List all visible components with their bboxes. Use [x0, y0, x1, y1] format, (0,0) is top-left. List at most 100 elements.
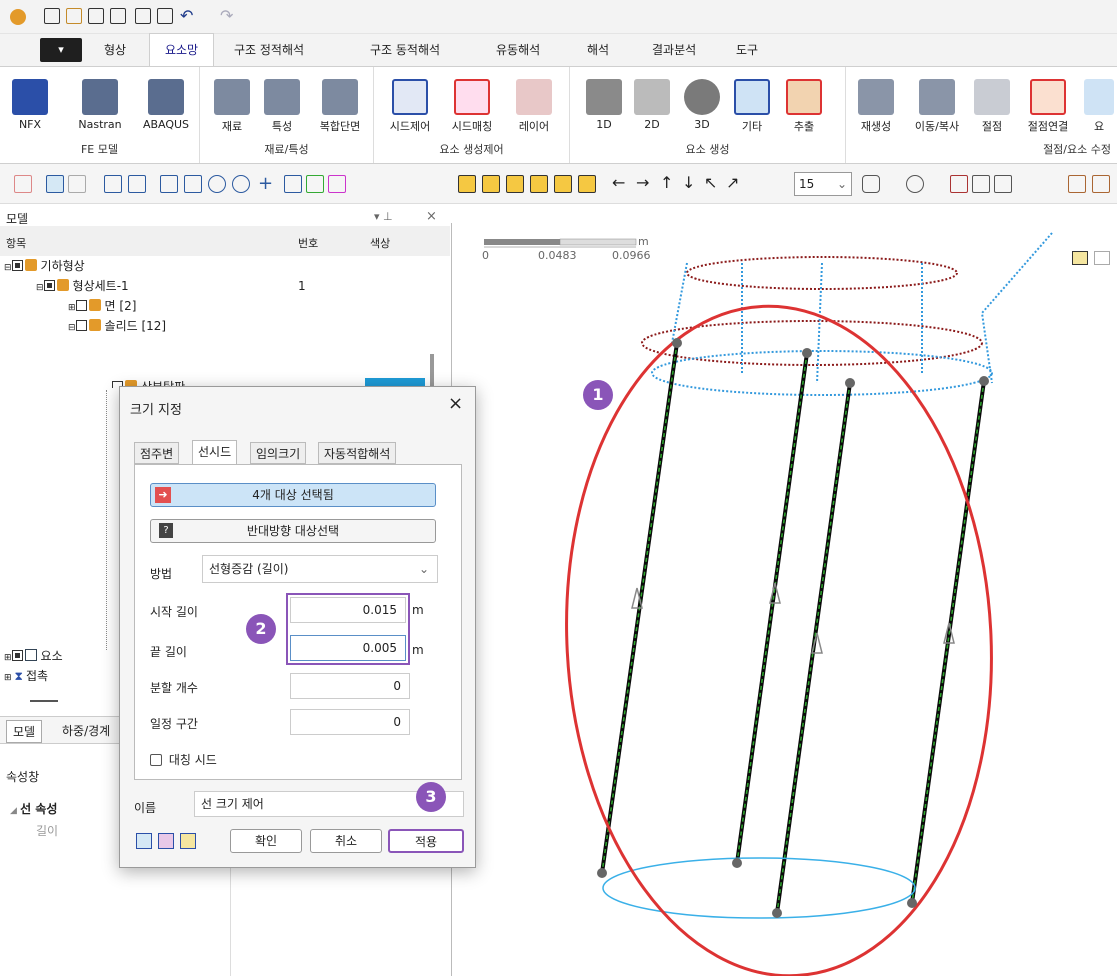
symmetric-seed-checkbox[interactable] [150, 754, 162, 766]
expand-icon[interactable]: ⊟ [68, 323, 76, 333]
material-button[interactable]: 재료 [212, 79, 252, 134]
eraser-icon[interactable] [158, 833, 174, 849]
move-copy-button[interactable]: 이동/복사 [904, 79, 970, 134]
tree-item-shape-set[interactable]: ⊟ 형상세트-1 [36, 276, 129, 296]
mesh-other-button[interactable]: 기타 [732, 79, 772, 134]
edge-icon[interactable] [994, 175, 1012, 193]
arrow-up-icon[interactable]: ↑ [660, 173, 673, 192]
panel-splitter[interactable] [30, 700, 58, 702]
import-icon[interactable] [135, 8, 151, 24]
tab-auto-fit[interactable]: 자동적합해석 [318, 442, 397, 464]
mesh-3d-button[interactable]: 3D [682, 79, 722, 131]
interval-input[interactable]: 0 [290, 709, 410, 735]
view-right-icon[interactable] [530, 175, 548, 193]
expand-icon[interactable]: ⊞ [68, 303, 76, 313]
property-button[interactable]: 특성 [262, 79, 302, 134]
menu-tab-results[interactable]: 결과분석 [652, 34, 696, 66]
method-select[interactable]: 선형증감 (길이) ⌄ [202, 555, 438, 583]
capture-icon[interactable] [1092, 175, 1110, 193]
app-menu-button[interactable]: ▾ [40, 38, 82, 62]
tree-item-faces[interactable]: ⊞ 면 [2] [68, 296, 136, 316]
menu-tab-dynamic[interactable]: 구조 동적해석 [370, 34, 440, 66]
composite-section-button[interactable]: 복합단면 [310, 79, 370, 134]
view-pick-icon[interactable] [1094, 251, 1110, 265]
nastran-button[interactable]: Nastran [72, 79, 128, 131]
save-icon[interactable] [110, 8, 126, 24]
export-icon[interactable] [157, 8, 173, 24]
extract-button[interactable]: 추출 [784, 79, 824, 134]
view-cube-icon[interactable] [862, 175, 880, 193]
render-mode-icon[interactable] [906, 175, 924, 193]
layer-button[interactable]: 레이어 [506, 79, 562, 134]
menu-tab-static[interactable]: 구조 정적해석 [234, 34, 304, 66]
panel-pin-icon[interactable]: ▾ ⊥ [374, 210, 393, 223]
tree-item-contact[interactable]: ⊞ ⧗ 접촉 [4, 666, 48, 686]
tree-item-elements[interactable]: ⊞ 요소 [4, 646, 118, 666]
expand-icon[interactable]: ⊟ [36, 283, 44, 293]
nfx-button[interactable]: NFX [10, 79, 50, 131]
select-icon[interactable] [14, 175, 32, 193]
tab-point-neighborhood[interactable]: 점주변 [134, 442, 180, 464]
shade-icon[interactable] [972, 175, 990, 193]
tab-line-seed[interactable]: 선시드 [192, 440, 238, 465]
view-left-icon[interactable] [506, 175, 524, 193]
apply-button[interactable]: 적용 [388, 829, 464, 853]
shape-set-checkbox[interactable] [43, 280, 55, 291]
menu-tab-geometry[interactable]: 형상 [104, 34, 126, 66]
faces-checkbox[interactable] [75, 300, 87, 311]
arrow-upright-icon[interactable]: ↗ [726, 173, 739, 192]
view-select-icon[interactable] [1072, 251, 1088, 265]
regenerate-button[interactable]: 재생성 [850, 79, 902, 134]
tab-custom-size[interactable]: 임의크기 [250, 442, 307, 464]
division-count-input[interactable]: 0 [290, 673, 410, 699]
tab-loads[interactable]: 하중/경계 [62, 722, 120, 739]
arrow-down-icon[interactable]: ↓ [682, 173, 695, 192]
dialog-close-icon[interactable]: × [448, 393, 463, 414]
save-preset-icon[interactable] [136, 833, 152, 849]
symmetric-seed-option[interactable]: 대칭 시드 [150, 751, 217, 768]
menu-tab-mesh[interactable]: 요소망 [149, 33, 214, 66]
unlock-icon[interactable] [68, 175, 86, 193]
properties-section[interactable]: ◢ 선 속성 [10, 800, 57, 817]
zoom-window-icon[interactable] [160, 175, 178, 193]
lock-icon[interactable] [46, 175, 64, 193]
element-edit-button[interactable]: 요 [1084, 79, 1114, 134]
node-connect-button[interactable]: 절점연결 [1018, 79, 1078, 134]
menu-tab-flow[interactable]: 유동해석 [496, 34, 540, 66]
tree-item-geometry[interactable]: ⊟ 기하형상 [4, 256, 85, 276]
grid-icon[interactable] [284, 175, 302, 193]
open-file-icon[interactable] [66, 8, 82, 24]
redo-icon[interactable]: ↷ [220, 6, 233, 25]
arrow-left-icon[interactable]: ← [612, 173, 625, 192]
tab-model[interactable]: 모델 [6, 720, 43, 743]
axis-alt-icon[interactable] [328, 175, 346, 193]
model-viewport[interactable]: m 0 0.0483 0.0966 [451, 223, 1117, 978]
arrow-right-icon[interactable]: → [636, 173, 649, 192]
expand-icon[interactable]: ⊞ [4, 653, 12, 663]
reverse-select-button[interactable]: ? 반대방향 대상선택 [150, 519, 436, 543]
solids-checkbox[interactable] [75, 320, 87, 331]
view-top-icon[interactable] [554, 175, 572, 193]
rotate-icon[interactable] [208, 175, 226, 193]
mesh-2d-button[interactable]: 2D [632, 79, 672, 131]
step-select[interactable]: 15 ⌄ [794, 172, 852, 196]
zoom-fit-icon[interactable] [128, 175, 146, 193]
seed-matching-button[interactable]: 시드매칭 [442, 79, 502, 134]
camera-icon[interactable] [1068, 175, 1086, 193]
seed-control-button[interactable]: 시드제어 [380, 79, 440, 134]
zoom-icon[interactable] [104, 175, 122, 193]
arrow-upleft-icon[interactable]: ↖ [704, 173, 717, 192]
ok-button[interactable]: 확인 [230, 829, 302, 853]
view-front-icon[interactable] [458, 175, 476, 193]
axis-icon[interactable] [306, 175, 324, 193]
cancel-button[interactable]: 취소 [310, 829, 382, 853]
geometry-checkbox[interactable] [11, 260, 23, 271]
expand-icon[interactable]: ⊞ [4, 673, 12, 683]
mesh-1d-button[interactable]: 1D [584, 79, 624, 131]
open-recent-icon[interactable] [88, 8, 104, 24]
view-bottom-icon[interactable] [578, 175, 596, 193]
menu-tab-analysis[interactable]: 해석 [587, 34, 609, 66]
view-back-icon[interactable] [482, 175, 500, 193]
undo-icon[interactable]: ↶ [180, 6, 193, 25]
display-icon[interactable] [950, 175, 968, 193]
